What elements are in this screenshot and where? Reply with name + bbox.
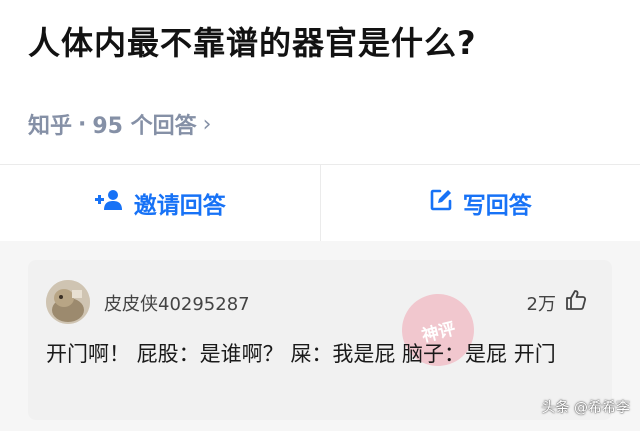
avatar[interactable]	[46, 280, 90, 324]
invite-answer-label: 邀请回答	[133, 193, 226, 219]
watermark: 头条 @希希李	[541, 400, 630, 416]
comment-card: 皮皮侠40295287 神评 2万 开门啊！ 屁股：是谁啊？ 屎：我是屁 脑子：…	[28, 260, 612, 420]
question-card[interactable]: 人体内最不靠谱的器官是什么? 知乎 · 95 个回答 ›	[0, 0, 640, 164]
question-meta[interactable]: 知乎 · 95 个回答 ›	[28, 108, 211, 140]
source-label: 知乎	[28, 114, 73, 139]
meta-separator: ·	[78, 111, 87, 137]
write-answer-label: 写回答	[462, 193, 532, 219]
comment-text: 开门啊！ 屁股：是谁啊？ 屎：我是屁 脑子：是屁 开门	[46, 342, 556, 366]
username[interactable]: 皮皮侠40295287	[104, 290, 250, 316]
invite-answer-button[interactable]: 邀请回答	[0, 165, 320, 241]
write-answer-button[interactable]: 写回答	[321, 165, 640, 241]
add-person-icon	[94, 188, 124, 218]
like-button[interactable]: 2万	[527, 288, 588, 317]
chevron-right-icon: ›	[202, 111, 212, 137]
like-count: 2万	[526, 293, 556, 315]
question-title[interactable]: 人体内最不靠谱的器官是什么?	[28, 18, 477, 64]
action-bar: 邀请回答 写回答	[0, 164, 640, 241]
thumbs-up-icon	[564, 288, 588, 317]
answer-count: 95 个回答	[92, 114, 197, 139]
edit-icon	[429, 188, 453, 218]
